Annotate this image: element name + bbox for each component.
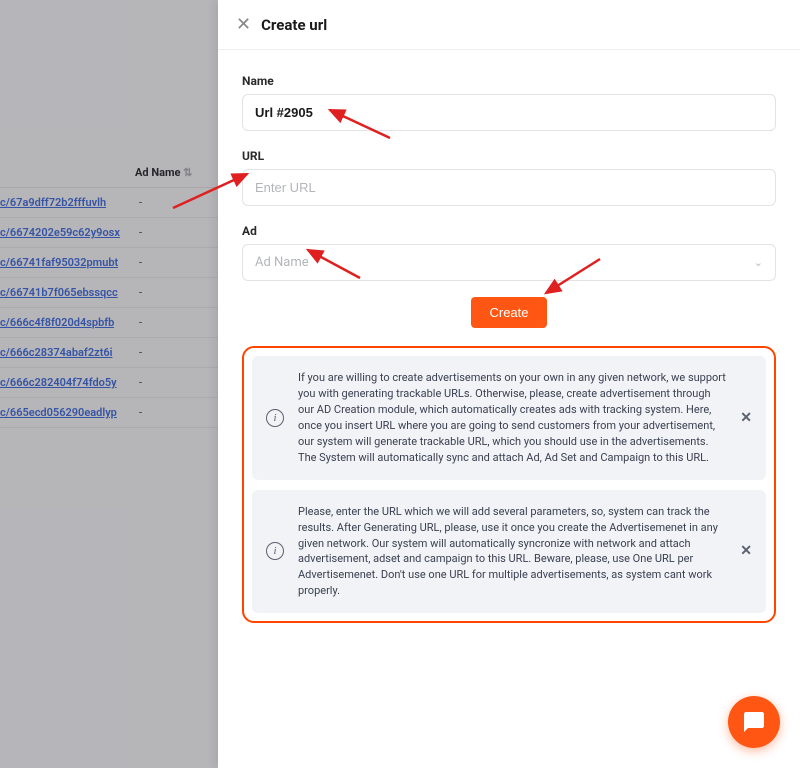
create-button[interactable]: Create — [471, 297, 546, 328]
drawer-header: ✕ Create url — [218, 0, 800, 50]
drawer-body: Name URL Ad Ad Name ⌄ Create i If you ar… — [218, 50, 800, 768]
close-icon[interactable]: ✕ — [236, 14, 251, 35]
annotation-arrow — [165, 168, 255, 214]
name-label: Name — [242, 74, 776, 88]
alert-close-icon[interactable]: ✕ — [740, 410, 752, 426]
info-alert: i Please, enter the URL which we will ad… — [252, 490, 766, 614]
alert-close-icon[interactable]: ✕ — [740, 543, 752, 559]
chat-fab[interactable] — [728, 696, 780, 748]
url-input[interactable] — [242, 169, 776, 206]
info-text: Please, enter the URL which we will add … — [298, 504, 726, 600]
chevron-down-icon: ⌄ — [754, 256, 763, 269]
modal-backdrop[interactable] — [0, 0, 220, 768]
drawer-title: Create url — [261, 16, 327, 34]
ad-label: Ad — [242, 224, 776, 238]
url-label: URL — [242, 149, 776, 163]
info-highlight-box: i If you are willing to create advertise… — [242, 346, 776, 623]
annotation-arrow — [320, 104, 400, 144]
chat-icon — [742, 710, 766, 734]
info-icon: i — [266, 409, 284, 427]
annotation-arrow — [298, 244, 368, 284]
info-icon: i — [266, 542, 284, 560]
info-text: If you are willing to create advertiseme… — [298, 370, 726, 466]
create-url-drawer: ✕ Create url Name URL Ad Ad Name ⌄ Creat… — [218, 0, 800, 768]
info-alert: i If you are willing to create advertise… — [252, 356, 766, 480]
annotation-arrow — [538, 253, 608, 301]
